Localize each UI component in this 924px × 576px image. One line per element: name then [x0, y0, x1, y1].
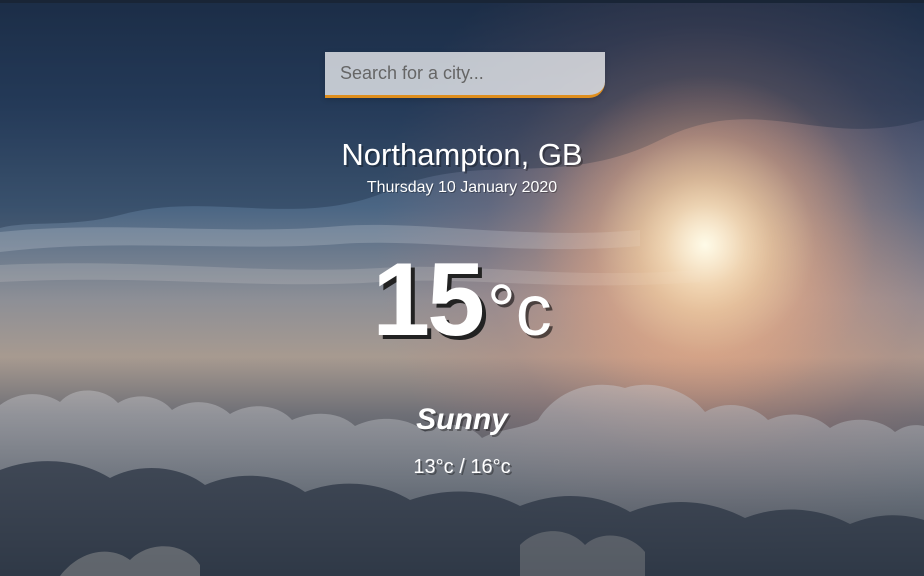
temperature-range: 13°c / 16°c — [413, 456, 511, 478]
temperature-unit: °c — [486, 271, 552, 351]
weather-condition: Sunny — [416, 403, 508, 436]
date-label: Thursday 10 January 2020 — [366, 179, 558, 196]
search-container — [325, 52, 605, 98]
city-search-input[interactable] — [325, 52, 605, 98]
top-edge-strip — [0, 0, 924, 3]
temperature-display: 15°c — [0, 248, 924, 352]
weather-app: Northampton, GB Thursday 10 January 2020… — [0, 0, 924, 576]
temperature-value: 15 — [372, 242, 485, 358]
location-label: Northampton, GB — [341, 137, 583, 172]
